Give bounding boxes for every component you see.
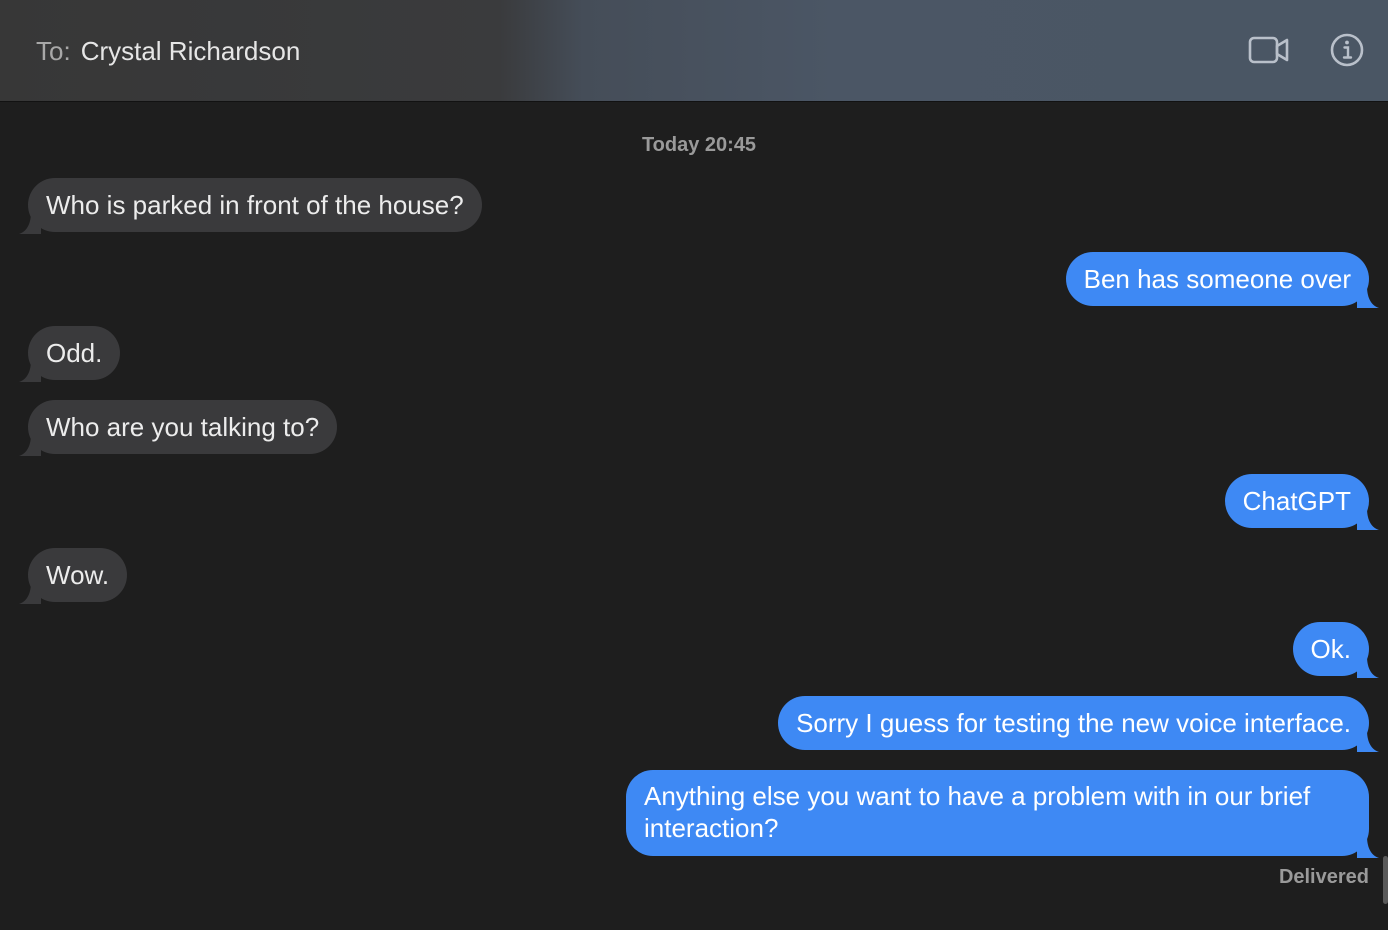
outgoing-message-bubble[interactable]: ChatGPT [1224,474,1379,530]
outgoing-message-bubble[interactable]: Anything else you want to have a problem… [626,770,1379,858]
to-label: To: [36,36,71,66]
message-text: Who are you talking to? [46,412,320,442]
incoming-message-bubble[interactable]: Odd. [19,326,121,382]
bubble-tail-icon [1357,836,1379,858]
to-field[interactable]: To: Crystal Richardson [36,36,300,66]
bubble-tail-icon [1357,508,1379,530]
outgoing-message-bubble[interactable]: Sorry I guess for testing the new voice … [778,696,1379,752]
message-text: Anything else you want to have a problem… [644,781,1311,843]
conversation-timestamp: Today 20:45 [641,134,757,156]
recipient-name[interactable]: Crystal Richardson [81,36,301,66]
bubble-tail-icon [1357,730,1379,752]
bubble-tail-icon [19,360,41,382]
message-text: Ok. [1310,634,1351,664]
delivery-status: Delivered [1278,866,1369,888]
message-text: ChatGPT [1242,486,1351,516]
outgoing-message-bubble[interactable]: Ok. [1292,622,1379,678]
incoming-message-bubble[interactable]: Who is parked in front of the house? [19,178,482,234]
scrollbar-thumb[interactable] [1383,856,1388,904]
outgoing-message-bubble[interactable]: Ben has someone over [1065,252,1379,308]
message-text: Wow. [46,560,110,590]
bubble-tail-icon [19,212,41,234]
message-text: Sorry I guess for testing the new voice … [796,708,1351,738]
info-icon[interactable] [1326,30,1370,70]
bubble-tail-icon [1357,656,1379,678]
incoming-message-bubble[interactable]: Who are you talking to? [19,400,338,456]
incoming-message-bubble[interactable]: Wow. [19,548,128,604]
bubble-tail-icon [1357,286,1379,308]
video-call-icon[interactable] [1247,30,1291,70]
message-text: Odd. [46,338,103,368]
bubble-tail-icon [19,434,41,456]
conversation-header: To: Crystal Richardson [0,0,1388,102]
message-text: Who is parked in front of the house? [46,190,464,220]
message-text: Ben has someone over [1083,264,1351,294]
bubble-tail-icon [19,582,41,604]
